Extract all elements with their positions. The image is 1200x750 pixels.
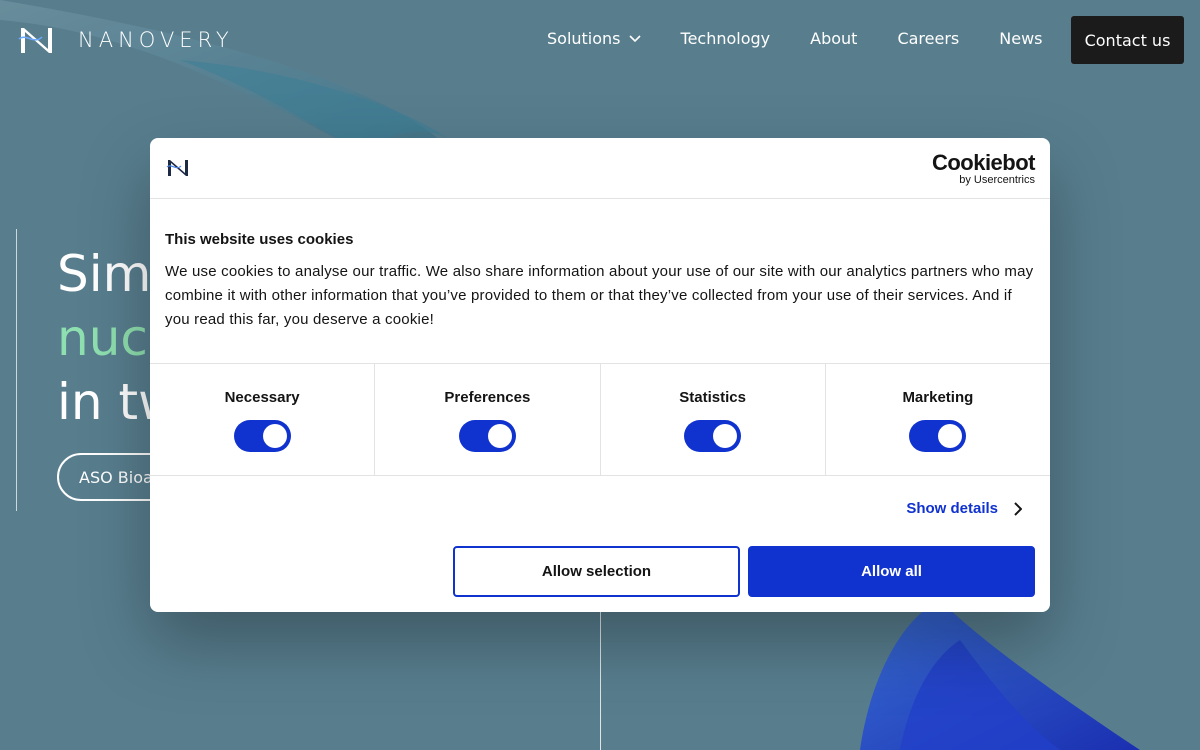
main-nav: Solutions Technology About Careers News xyxy=(547,29,1083,48)
cookiebot-by-line: by Usercentrics xyxy=(959,174,1035,186)
cookie-dialog-header: Cookiebot by Usercentrics xyxy=(150,138,1050,199)
nav-item-about[interactable]: About xyxy=(810,29,857,48)
category-statistics: Statistics xyxy=(601,364,826,475)
cookiebot-name: Cookiebot xyxy=(931,150,1036,175)
nav-item-label: News xyxy=(999,29,1043,48)
cookie-dialog-body: This website uses cookies We use cookies… xyxy=(150,199,1050,363)
hero-divider-line xyxy=(16,229,17,511)
cookie-dialog-title: This website uses cookies xyxy=(165,231,354,248)
allow-selection-button[interactable]: Allow selection xyxy=(453,546,740,597)
brand-logo[interactable]: NANOVERY xyxy=(18,24,234,56)
category-label: Marketing xyxy=(902,389,974,406)
site-header: NANOVERY Solutions Technology About Care… xyxy=(0,0,1200,80)
cookie-category-toggles: Necessary Preferences Statistics Marketi… xyxy=(150,363,1050,476)
category-label: Statistics xyxy=(679,389,746,406)
show-details-link[interactable]: Show details xyxy=(906,500,1022,517)
chevron-down-icon xyxy=(628,34,641,42)
nav-item-technology[interactable]: Technology xyxy=(681,29,771,48)
category-label: Necessary xyxy=(224,389,300,406)
category-preferences: Preferences xyxy=(375,364,601,475)
cookiebot-logo[interactable]: Cookiebot by Usercentrics xyxy=(931,150,1036,187)
nav-item-careers[interactable]: Careers xyxy=(897,29,959,48)
preferences-toggle[interactable] xyxy=(458,420,516,452)
nav-item-solutions[interactable]: Solutions xyxy=(547,29,641,48)
cookie-consent-dialog: Cookiebot by Usercentrics This website u… xyxy=(150,138,1050,612)
category-necessary: Necessary xyxy=(150,364,376,475)
category-label: Preferences xyxy=(444,389,531,406)
brand-name: NANOVERY xyxy=(78,28,234,52)
toggle-knob xyxy=(713,424,738,448)
center-divider-line xyxy=(600,610,601,750)
nav-item-label: About xyxy=(810,29,858,48)
toggle-knob xyxy=(487,424,512,448)
nav-item-label: Careers xyxy=(897,29,960,48)
contact-us-button[interactable]: Contact us xyxy=(1071,16,1184,64)
nav-item-news[interactable]: News xyxy=(999,29,1042,48)
statistics-toggle[interactable] xyxy=(684,420,742,452)
allow-all-button[interactable]: Allow all xyxy=(748,546,1035,597)
nav-item-label: Solutions xyxy=(547,29,621,48)
cookie-dialog-text: We use cookies to analyse our traffic. W… xyxy=(165,263,1034,328)
chevron-right-icon xyxy=(1014,501,1022,516)
category-marketing: Marketing xyxy=(826,364,1050,475)
nanovery-n-logo-icon xyxy=(18,28,52,53)
toggle-knob xyxy=(938,424,963,448)
marketing-toggle[interactable] xyxy=(909,420,967,452)
show-details-label: Show details xyxy=(906,500,998,517)
nav-item-label: Technology xyxy=(680,29,771,48)
nanovery-n-logo-icon xyxy=(166,160,188,176)
toggle-knob xyxy=(262,424,287,448)
necessary-toggle[interactable] xyxy=(233,420,291,452)
